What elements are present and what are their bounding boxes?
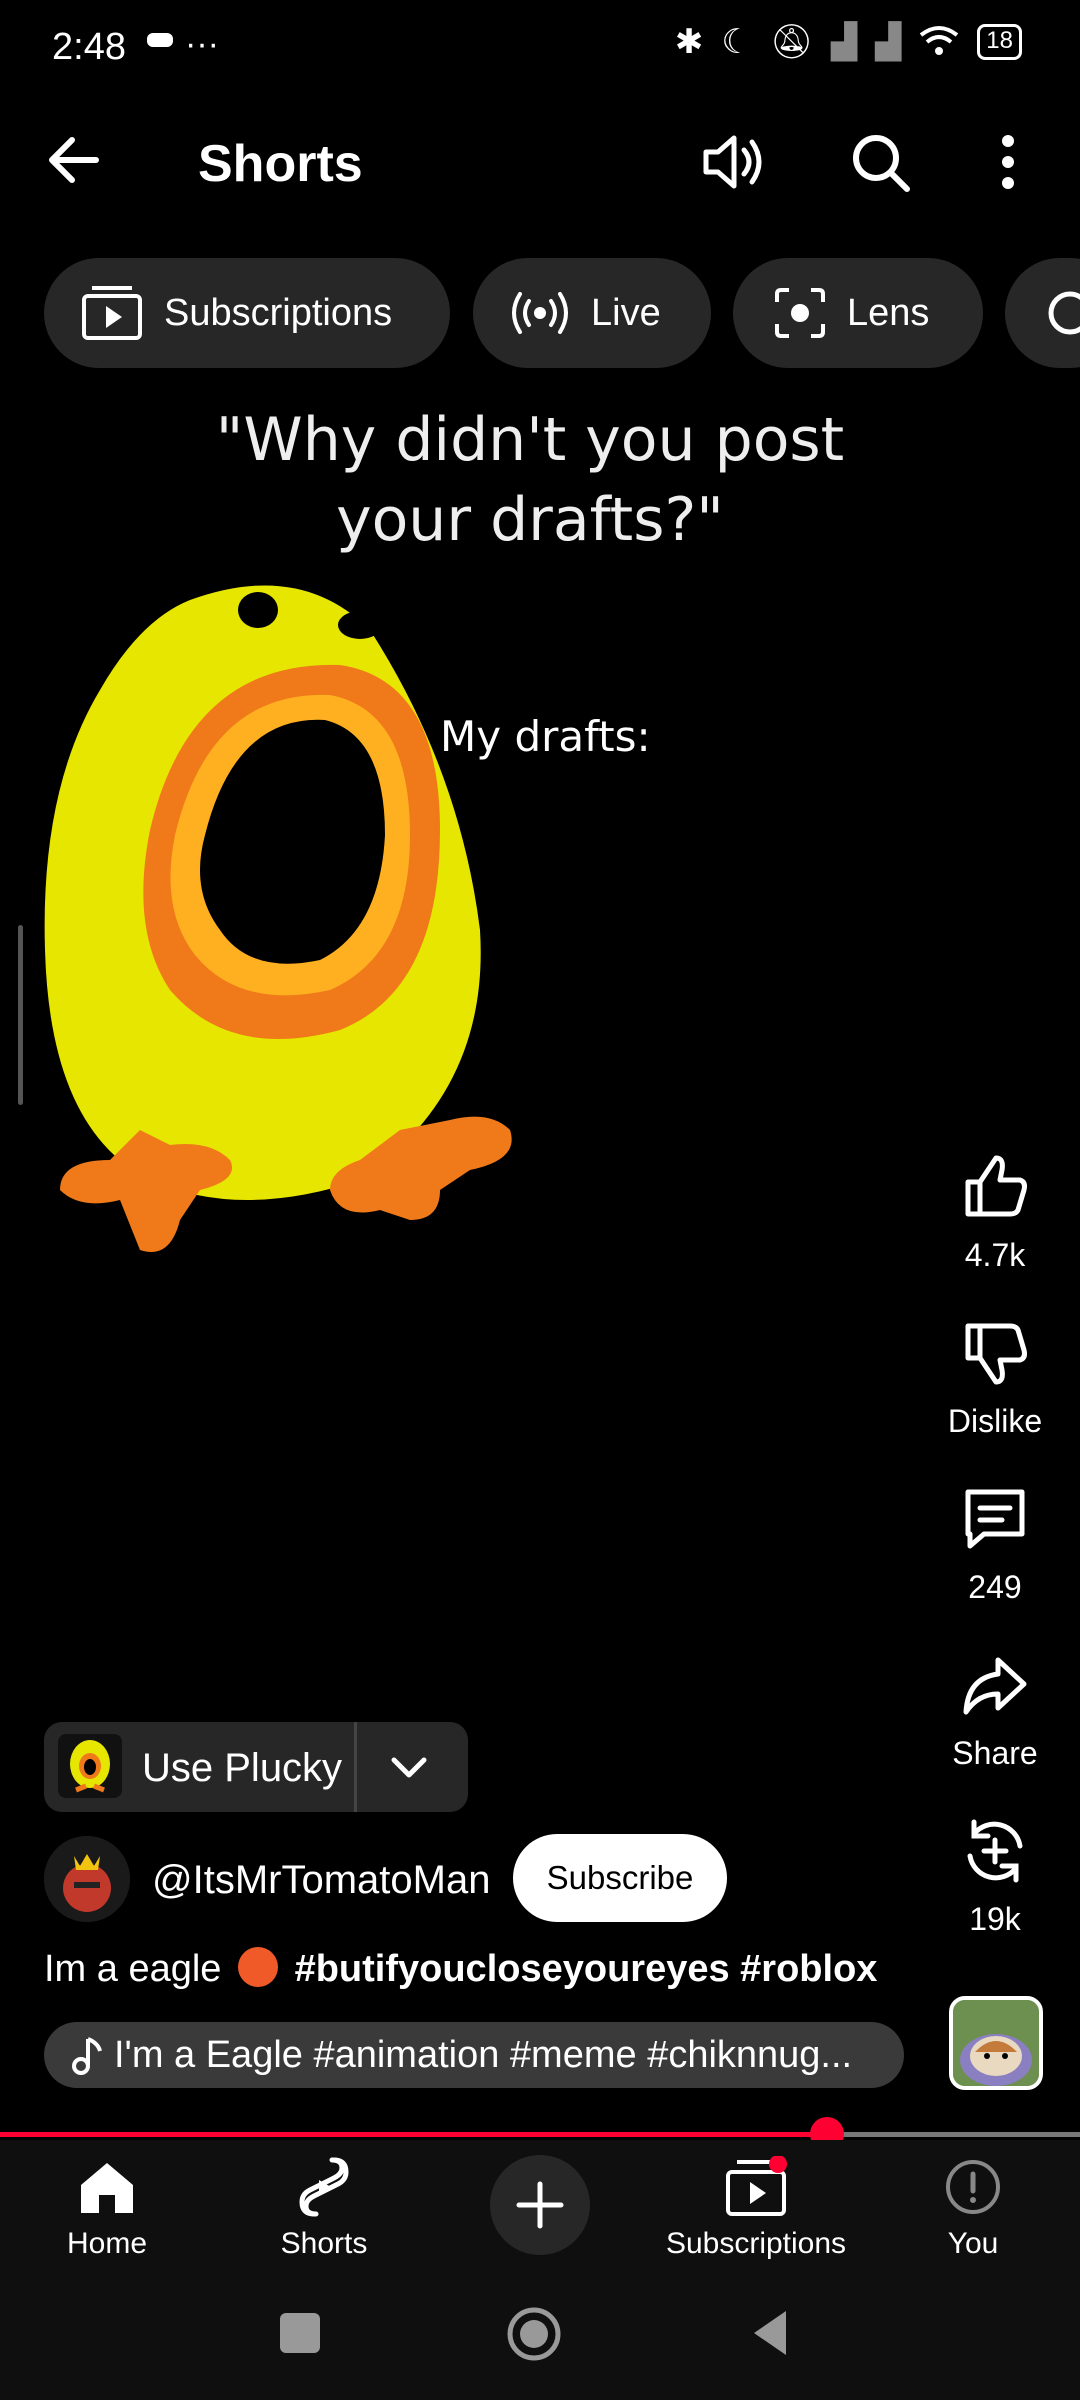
progress-fill	[0, 2132, 828, 2137]
status-more: ···	[185, 25, 219, 63]
chip-label: Lens	[847, 291, 930, 334]
channel-avatar[interactable]	[44, 1836, 130, 1922]
mute-icon: 🔕︎	[769, 23, 813, 61]
chip-subscriptions[interactable]: Subscriptions	[44, 258, 450, 368]
nav-label: Subscriptions	[665, 2227, 847, 2260]
page-title: Shorts	[198, 135, 363, 193]
lens-camera-icon	[775, 288, 825, 338]
video-caption-drafts: My drafts:	[440, 712, 651, 761]
nav-label: You	[947, 2227, 999, 2260]
like-count: 4.7k	[964, 1237, 1026, 1273]
angry-face-emoji-icon	[238, 1947, 279, 1987]
home-system-button[interactable]	[505, 2305, 563, 2363]
bluetooth-icon: ✱	[674, 23, 704, 61]
sound-thumbnail[interactable]	[949, 1996, 1043, 2090]
subscribe-button[interactable]: Subscribe	[513, 1834, 727, 1922]
moon-icon: ☾	[721, 23, 752, 61]
caption-line-1: "Why didn't you post	[215, 405, 845, 475]
remix-icon	[967, 1819, 1023, 1883]
more-options-icon[interactable]	[995, 132, 1021, 192]
video-description[interactable]: Im a eagle #butifyoucloseyoureyes #roblo…	[44, 1947, 877, 1991]
search-icon[interactable]	[850, 132, 912, 194]
dislike-button[interactable]: Dislike	[940, 1318, 1050, 1440]
signal-icon: ▟	[830, 23, 858, 61]
remix-count: 19k	[969, 1901, 1021, 1937]
music-note-icon	[72, 2037, 102, 2075]
nav-you[interactable]: You	[868, 2155, 1078, 2261]
use-effect-chip[interactable]: Use Plucky	[44, 1722, 468, 1812]
volume-icon[interactable]	[700, 132, 768, 192]
home-icon	[81, 2163, 133, 2213]
subscriptions-nav-icon	[726, 2156, 787, 2216]
back-arrow-icon[interactable]	[44, 132, 104, 188]
shorts-icon	[299, 2157, 349, 2217]
plucky-effect-icon	[58, 1734, 122, 1798]
dislike-label: Dislike	[947, 1403, 1043, 1439]
chip-lens[interactable]: Lens	[733, 258, 983, 368]
video-progress-bar[interactable]	[0, 2117, 1080, 2151]
avatar-image	[44, 1836, 130, 1922]
comments-button[interactable]: 249	[940, 1484, 1050, 1606]
nav-label: Shorts	[280, 2227, 368, 2260]
battery-indicator: 18	[977, 24, 1022, 60]
chick-character-image	[44, 585, 512, 1252]
signal-icon-2: ▟	[875, 23, 902, 61]
like-button[interactable]: 4.7k	[940, 1152, 1050, 1274]
nav-subscriptions[interactable]: Subscriptions	[651, 2155, 861, 2261]
share-arrow-icon	[963, 1657, 1027, 1715]
wifi-icon	[920, 26, 959, 55]
nav-shorts[interactable]: Shorts	[219, 2155, 429, 2261]
top-app-bar: Shorts	[0, 110, 1080, 210]
game-controller-icon	[147, 33, 173, 47]
channel-handle[interactable]: @ItsMrTomatoMan	[152, 1858, 490, 1903]
side-scroll-indicator	[18, 925, 23, 1105]
thumbs-up-icon	[965, 1155, 1027, 1217]
share-label: Share	[952, 1735, 1038, 1771]
description-text: Im a eagle	[44, 1948, 222, 1990]
status-system-icons: ✱ ☾ 🔕︎ ▟ ▟ 18	[675, 22, 1022, 62]
plus-icon	[516, 2181, 564, 2229]
status-notification-icons: ···	[145, 22, 219, 64]
music-title: I'm a Eagle #animation #meme #chiknnug..…	[114, 2033, 853, 2076]
subscriptions-icon	[82, 286, 142, 340]
nav-home[interactable]: Home	[2, 2155, 212, 2261]
live-broadcast-icon	[512, 292, 568, 334]
description-hashtags[interactable]: #butifyoucloseyoureyes #roblox	[295, 1948, 878, 1990]
music-chip[interactable]: I'm a Eagle #animation #meme #chiknnug..…	[44, 2022, 904, 2088]
chip-divider	[354, 1722, 357, 1812]
back-system-button[interactable]	[750, 2307, 790, 2359]
chip-label: Live	[591, 291, 661, 334]
comment-count: 249	[968, 1569, 1022, 1605]
create-button[interactable]	[490, 2155, 590, 2255]
chip-live[interactable]: Live	[473, 258, 711, 368]
remix-button[interactable]: 19k	[940, 1816, 1050, 1938]
use-effect-label: Use Plucky	[142, 1746, 343, 1790]
chip-label: Subscriptions	[164, 291, 393, 334]
thumbs-down-icon	[965, 1323, 1027, 1385]
caption-line-2: your drafts?"	[336, 485, 724, 555]
nav-label: Home	[66, 2227, 148, 2260]
recents-button[interactable]	[280, 2313, 320, 2353]
chevron-down-icon[interactable]	[386, 1744, 432, 1790]
share-button[interactable]: Share	[940, 1650, 1050, 1772]
chip-more[interactable]	[1005, 258, 1080, 368]
video-caption-top: "Why didn't you post your drafts?"	[0, 400, 1060, 560]
you-account-icon	[946, 2160, 1000, 2214]
status-bar: 2:48 ··· ✱ ☾ 🔕︎ ▟ ▟ 18	[0, 0, 1080, 100]
chip-partial-icon	[1048, 291, 1080, 335]
comment-icon	[965, 1489, 1025, 1549]
status-time: 2:48	[52, 26, 126, 68]
sound-thumbnail-image	[953, 2000, 1039, 2086]
